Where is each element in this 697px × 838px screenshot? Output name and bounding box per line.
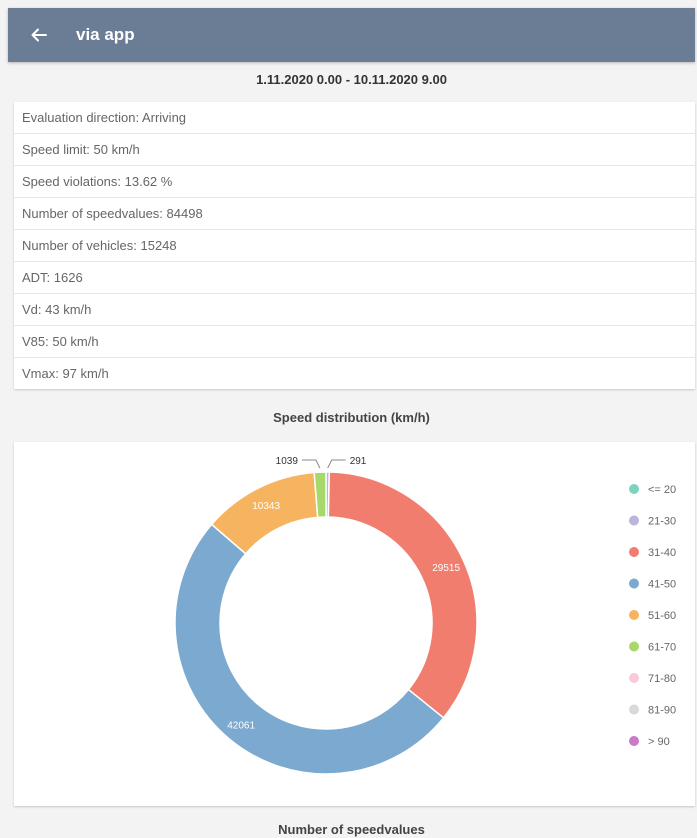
legend-marker: [629, 673, 639, 683]
arrow-left-icon: [31, 28, 47, 42]
legend-marker: [629, 641, 639, 652]
donut-slice-41-50[interactable]: [174, 523, 445, 775]
legend-item-61-70[interactable]: 61-70: [648, 642, 676, 654]
info-row-speed-limit: Speed limit: 50 km/h: [14, 134, 695, 166]
donut-slice-31-40[interactable]: [327, 471, 478, 719]
legend-marker: [629, 610, 639, 620]
info-row-v85: V85: 50 km/h: [14, 326, 695, 358]
info-row-speed-violations: Speed violations: 13.62 %: [14, 166, 695, 198]
slice-leader-line: [301, 459, 321, 469]
info-list: Evaluation direction: Arriving Speed lim…: [14, 102, 695, 389]
legend-item-71-80[interactable]: 71-80: [648, 673, 676, 685]
slice-label: 291: [350, 456, 367, 467]
info-row-direction: Evaluation direction: Arriving: [14, 102, 695, 134]
speed-distribution-chart: 291 29515 42061 10343 1039 <= 20 21-30 31-40 41-…: [174, 456, 676, 775]
legend-marker: [629, 704, 639, 715]
speed-distribution-card: 291 29515 42061 10343 1039 <= 20 21-30 31-40 41-…: [14, 442, 695, 806]
legend-marker: [629, 547, 639, 557]
legend-item-<= 20[interactable]: <= 20: [648, 484, 676, 496]
info-row-vehicles: Number of vehicles: 15248: [14, 230, 695, 262]
slice-label: 10343: [252, 501, 280, 512]
legend-marker: [629, 484, 639, 494]
legend-item-> 90[interactable]: > 90: [648, 736, 670, 748]
legend-item-21-30[interactable]: 21-30: [648, 516, 676, 528]
page-title: via app: [76, 25, 135, 44]
slice-label: 29515: [432, 563, 460, 574]
legend-marker: [629, 736, 639, 746]
app-bar: via app: [8, 8, 695, 62]
slice-leader-line: [327, 459, 346, 469]
legend-item-81-90[interactable]: 81-90: [648, 705, 676, 717]
legend-item-31-40[interactable]: 31-40: [648, 547, 676, 559]
speed-distribution-title: Speed distribution (km/h): [273, 410, 430, 425]
info-row-adt: ADT: 1626: [14, 262, 695, 294]
info-row-speedvalues: Number of speedvalues: 84498: [14, 198, 695, 230]
info-row-vmax: Vmax: 97 km/h: [22, 366, 109, 381]
slice-label: 42061: [227, 721, 255, 732]
date-range: 1.11.2020 0.00 - 10.11.2020 9.00: [256, 71, 447, 87]
legend-marker: [629, 578, 639, 589]
back-button[interactable]: [28, 24, 50, 46]
legend-item-41-50[interactable]: 41-50: [648, 579, 676, 591]
slice-label: 1039: [276, 456, 299, 467]
legend-item-51-60[interactable]: 51-60: [648, 610, 676, 622]
number-of-speedvalues-title: Number of speedvalues: [278, 822, 425, 837]
legend-marker: [629, 515, 639, 526]
info-row-vd: Vd: 43 km/h: [14, 294, 695, 326]
